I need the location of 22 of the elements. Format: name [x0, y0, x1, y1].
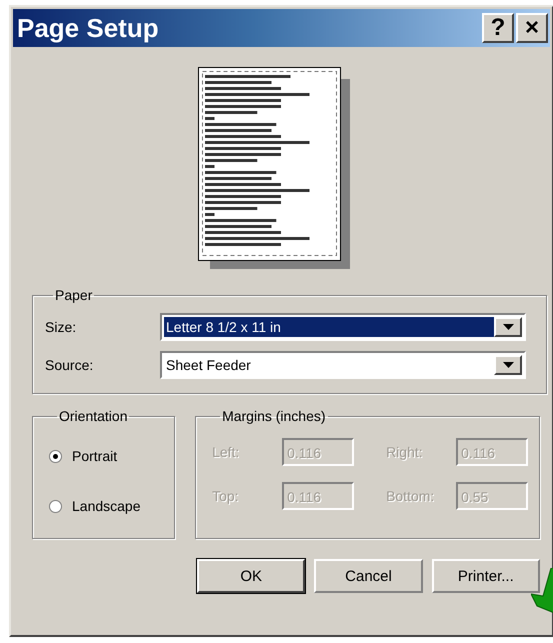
caret-icon: [502, 362, 514, 368]
dropdown-arrow-button[interactable]: [494, 355, 522, 375]
field-label: Source:: [45, 357, 94, 373]
dialog-button[interactable]: Printer...: [432, 559, 540, 593]
caret-icon: [502, 324, 514, 330]
window-title: Page Setup: [17, 12, 159, 44]
dropdown[interactable]: Sheet Feeder: [160, 351, 526, 379]
radio-option[interactable]: Landscape: [49, 494, 174, 518]
help-button[interactable]: ?: [482, 13, 514, 43]
dropdown-value: Letter 8 1/2 x 11 in: [164, 317, 494, 337]
dropdown-arrow-button[interactable]: [494, 317, 522, 337]
dropdown[interactable]: Letter 8 1/2 x 11 in: [160, 313, 526, 341]
arrow-icon: [531, 568, 553, 614]
group-label: Margins (inches): [221, 408, 327, 424]
dropdown-value: Sheet Feeder: [165, 356, 252, 375]
dialog-button[interactable]: Cancel: [314, 559, 423, 593]
close-button[interactable]: ×: [516, 13, 548, 43]
group-label: Orientation: [58, 408, 128, 424]
radio-option[interactable]: Portrait: [49, 444, 174, 468]
dialog-button[interactable]: OK: [197, 559, 306, 593]
group-label: Paper: [54, 287, 94, 303]
field-label: Size:: [45, 319, 78, 335]
